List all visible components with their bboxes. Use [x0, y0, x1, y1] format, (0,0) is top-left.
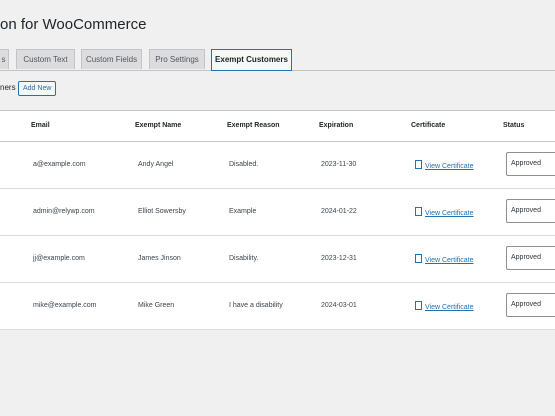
view-certificate-label: View Certificate: [425, 304, 474, 311]
col-certificate: Certificate: [411, 122, 446, 129]
cell-name: James Jinson: [138, 255, 181, 262]
tab-partial[interactable]: s: [0, 49, 9, 69]
view-certificate-link[interactable]: View Certificate: [415, 254, 474, 264]
table-row: mike@example.com Mike Green I have a dis…: [0, 283, 555, 330]
cell-name: Elliot Sowersby: [138, 208, 186, 215]
tab-pro-settings[interactable]: Pro Settings: [149, 49, 205, 69]
cell-email: jj@example.com: [33, 255, 85, 262]
status-select[interactable]: Approved: [506, 152, 555, 176]
cell-expiration: 2023-12-31: [321, 255, 357, 262]
cell-expiration: 2024-03-01: [321, 302, 357, 309]
add-new-button[interactable]: Add New: [18, 81, 57, 96]
cell-reason: I have a disability: [229, 302, 283, 309]
table-row: a@example.com Andy Angel Disabled. 2023-…: [0, 142, 555, 189]
cell-expiration: 2023-11-30: [321, 161, 357, 168]
table-row: admin@relywp.com Elliot Sowersby Example…: [0, 189, 555, 236]
view-certificate-label: View Certificate: [425, 257, 474, 264]
col-exempt-reason: Exempt Reason: [227, 122, 280, 129]
view-certificate-link[interactable]: View Certificate: [415, 301, 474, 311]
page-title: on for WooCommerce: [0, 16, 147, 33]
document-icon: [415, 160, 422, 169]
section-heading: ners: [0, 83, 16, 92]
cell-email: mike@example.com: [33, 302, 97, 309]
col-exempt-name: Exempt Name: [135, 122, 182, 129]
exempt-customers-table: Email Exempt Name Exempt Reason Expirati…: [0, 110, 555, 330]
cell-reason: Example: [229, 208, 257, 215]
status-select[interactable]: Approved: [506, 293, 555, 317]
cell-reason: Disability.: [229, 255, 259, 262]
cell-name: Andy Angel: [138, 161, 174, 168]
status-select[interactable]: Approved: [506, 199, 555, 223]
document-icon: [415, 301, 422, 310]
tab-custom-text[interactable]: Custom Text: [16, 49, 75, 69]
cell-reason: Disabled.: [229, 161, 259, 168]
tab-custom-fields[interactable]: Custom Fields: [81, 49, 142, 69]
view-certificate-link[interactable]: View Certificate: [415, 160, 474, 170]
document-icon: [415, 207, 422, 216]
col-status: Status: [503, 122, 525, 129]
col-expiration: Expiration: [319, 122, 354, 129]
document-icon: [415, 254, 422, 263]
cell-email: a@example.com: [33, 161, 86, 168]
settings-tabs: s Custom Text Custom Fields Pro Settings…: [0, 49, 555, 71]
table-row: jj@example.com James Jinson Disability. …: [0, 236, 555, 283]
col-email: Email: [31, 122, 50, 129]
cell-name: Mike Green: [138, 302, 175, 309]
view-certificate-label: View Certificate: [425, 163, 474, 170]
view-certificate-link[interactable]: View Certificate: [415, 207, 474, 217]
tab-exempt-customers[interactable]: Exempt Customers: [211, 49, 292, 71]
table-header: Email Exempt Name Exempt Reason Expirati…: [0, 111, 555, 142]
status-select[interactable]: Approved: [506, 246, 555, 270]
view-certificate-label: View Certificate: [425, 210, 474, 217]
cell-email: admin@relywp.com: [33, 208, 95, 215]
cell-expiration: 2024-01-22: [321, 208, 357, 215]
